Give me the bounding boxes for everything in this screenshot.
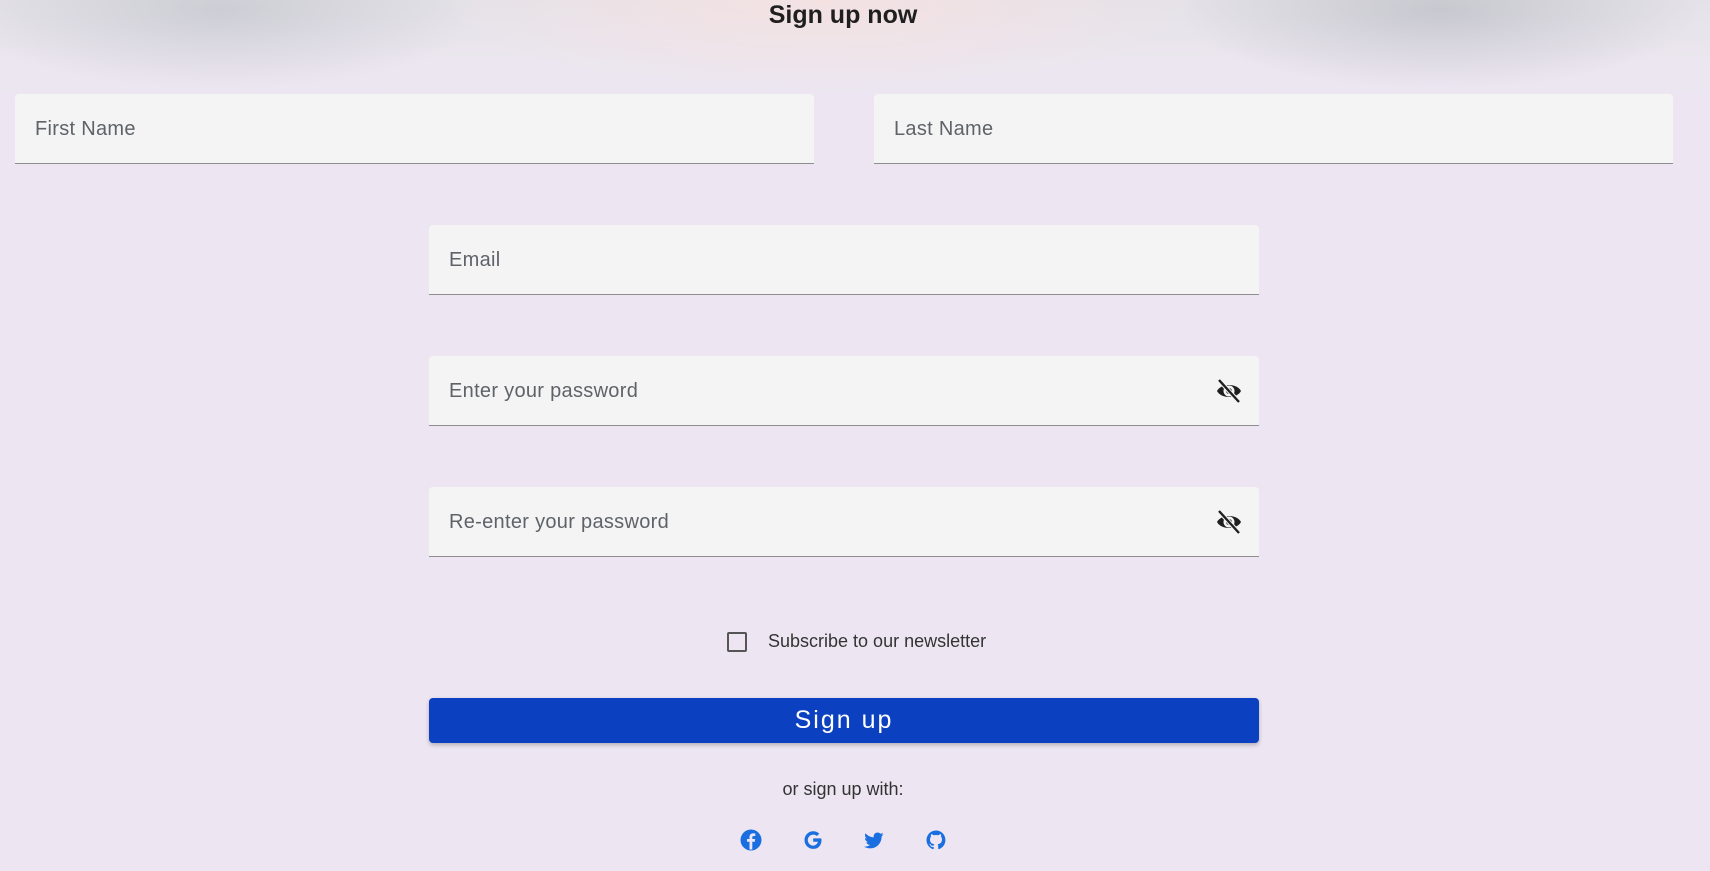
password-placeholder: Enter your password (449, 380, 639, 402)
confirm-password-placeholder: Re-enter your password (449, 511, 670, 533)
first-name-field[interactable]: First Name (15, 94, 814, 164)
newsletter-label[interactable]: Subscribe to our newsletter (768, 629, 986, 653)
email-placeholder: Email (449, 249, 501, 271)
twitter-icon[interactable] (861, 827, 887, 853)
password-field[interactable]: Enter your password (429, 356, 1259, 426)
email-field[interactable]: Email (429, 225, 1259, 295)
eye-off-icon[interactable] (1215, 509, 1243, 535)
facebook-icon[interactable] (738, 827, 764, 853)
sign-up-button[interactable]: Sign up (429, 698, 1259, 743)
newsletter-checkbox[interactable] (727, 632, 747, 652)
eye-off-icon[interactable] (1215, 378, 1243, 404)
last-name-placeholder: Last Name (894, 118, 994, 140)
confirm-password-field[interactable]: Re-enter your password (429, 487, 1259, 557)
social-signup-prompt: or sign up with: (782, 779, 904, 799)
page-title: Sign up now (768, 1, 918, 29)
first-name-placeholder: First Name (35, 118, 136, 140)
github-icon[interactable] (923, 827, 949, 853)
google-icon[interactable] (800, 827, 826, 853)
last-name-field[interactable]: Last Name (874, 94, 1673, 164)
newsletter-row: Subscribe to our newsletter (0, 626, 1686, 656)
